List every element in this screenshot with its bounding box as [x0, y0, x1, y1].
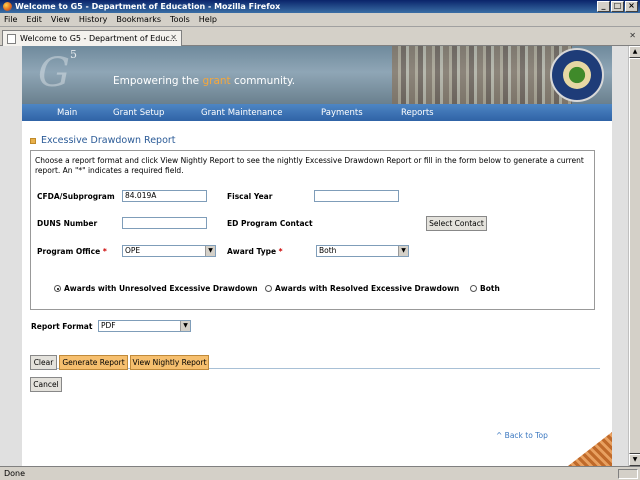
scroll-up-icon[interactable]: ▲: [629, 46, 640, 58]
nav-reports[interactable]: Reports: [401, 108, 434, 118]
vertical-scrollbar[interactable]: ▲ ▼: [628, 46, 640, 466]
tab-label: Welcome to G5 - Department of Educ...: [20, 34, 178, 43]
award-type-label: Award Type *: [227, 247, 283, 256]
chevron-down-icon: ▼: [205, 246, 215, 256]
chevron-down-icon: ▼: [398, 246, 408, 256]
tagline: Empowering the grant community.: [113, 75, 296, 87]
fiscal-year-label: Fiscal Year: [227, 192, 273, 201]
close-tab-icon[interactable]: ✕: [629, 31, 636, 40]
nav-payments[interactable]: Payments: [321, 108, 363, 118]
radio-resolved[interactable]: Awards with Resolved Excessive Drawdown: [265, 284, 459, 293]
cfda-input[interactable]: 84.019A: [122, 190, 207, 202]
nav-main[interactable]: Main: [57, 108, 77, 118]
menu-bar: File Edit View History Bookmarks Tools H…: [0, 13, 640, 26]
ed-contact-label: ED Program Contact: [227, 219, 313, 228]
clear-button[interactable]: Clear: [30, 355, 57, 370]
menu-bookmarks[interactable]: Bookmarks: [116, 15, 161, 24]
department-seal-icon: [550, 48, 604, 102]
menu-history[interactable]: History: [79, 15, 107, 24]
radio-dot-icon: [54, 285, 61, 292]
report-format-select[interactable]: PDF ▼: [98, 320, 191, 332]
back-to-top-link[interactable]: ^ Back to Top: [496, 431, 548, 440]
fiscal-year-input[interactable]: [314, 190, 399, 202]
status-cell: [618, 469, 638, 479]
duns-label: DUNS Number: [37, 219, 98, 228]
scroll-thumb[interactable]: [629, 58, 640, 454]
program-office-label: Program Office *: [37, 247, 107, 256]
cfda-label: CFDA/Subprogram: [37, 192, 115, 201]
page-title: Excessive Drawdown Report: [30, 135, 176, 146]
maximize-button[interactable]: □: [611, 1, 624, 12]
menu-help[interactable]: Help: [199, 15, 217, 24]
program-office-select[interactable]: OPE ▼: [122, 245, 216, 257]
radio-dot-icon: [470, 285, 477, 292]
title-bullet-icon: [30, 137, 36, 144]
content-viewport: G5 Empowering the grant community. Main …: [0, 46, 628, 466]
status-bar: Done: [0, 466, 640, 480]
nav-grant-setup[interactable]: Grant Setup: [113, 108, 164, 118]
radio-both[interactable]: Both: [470, 284, 500, 293]
status-text: Done: [4, 469, 26, 478]
main-nav: Main Grant Setup Grant Maintenance Payme…: [22, 104, 612, 121]
menu-tools[interactable]: Tools: [170, 15, 190, 24]
tab-close-icon[interactable]: ✕: [170, 33, 177, 42]
menu-file[interactable]: File: [4, 15, 17, 24]
radio-unresolved[interactable]: Awards with Unresolved Excessive Drawdow…: [54, 284, 258, 293]
close-window-button[interactable]: ×: [625, 1, 638, 12]
banner: G5 Empowering the grant community.: [22, 46, 612, 104]
page: G5 Empowering the grant community. Main …: [22, 46, 612, 466]
award-type-select[interactable]: Both ▼: [316, 245, 409, 257]
cancel-button[interactable]: Cancel: [30, 377, 62, 392]
g5-logo: G5: [38, 48, 77, 96]
radio-dot-icon: [265, 285, 272, 292]
select-contact-button[interactable]: Select Contact: [426, 216, 487, 231]
decorative-corner-image: [568, 432, 612, 466]
view-nightly-report-button[interactable]: View Nightly Report: [130, 355, 209, 370]
generate-report-button[interactable]: Generate Report: [59, 355, 128, 370]
browser-tab[interactable]: Welcome to G5 - Department of Educ... ✕: [2, 30, 182, 46]
duns-input[interactable]: [122, 217, 207, 229]
menu-view[interactable]: View: [51, 15, 70, 24]
chevron-down-icon: ▼: [180, 321, 190, 331]
report-form: Choose a report format and click View Ni…: [30, 150, 595, 310]
scroll-down-icon[interactable]: ▼: [629, 454, 640, 466]
firefox-icon: [3, 2, 12, 11]
menu-edit[interactable]: Edit: [26, 15, 42, 24]
intro-text: Choose a report format and click View Ni…: [35, 156, 584, 175]
minimize-button[interactable]: _: [597, 1, 610, 12]
bookshelf-image: [392, 46, 572, 104]
nav-grant-maintenance[interactable]: Grant Maintenance: [201, 108, 282, 118]
tab-strip: Welcome to G5 - Department of Educ... ✕ …: [0, 26, 640, 46]
window-title-bar: Welcome to G5 - Department of Education …: [0, 0, 640, 13]
window-title: Welcome to G5 - Department of Education …: [15, 2, 281, 11]
report-format-label: Report Format: [31, 322, 93, 331]
page-icon: [7, 33, 16, 44]
